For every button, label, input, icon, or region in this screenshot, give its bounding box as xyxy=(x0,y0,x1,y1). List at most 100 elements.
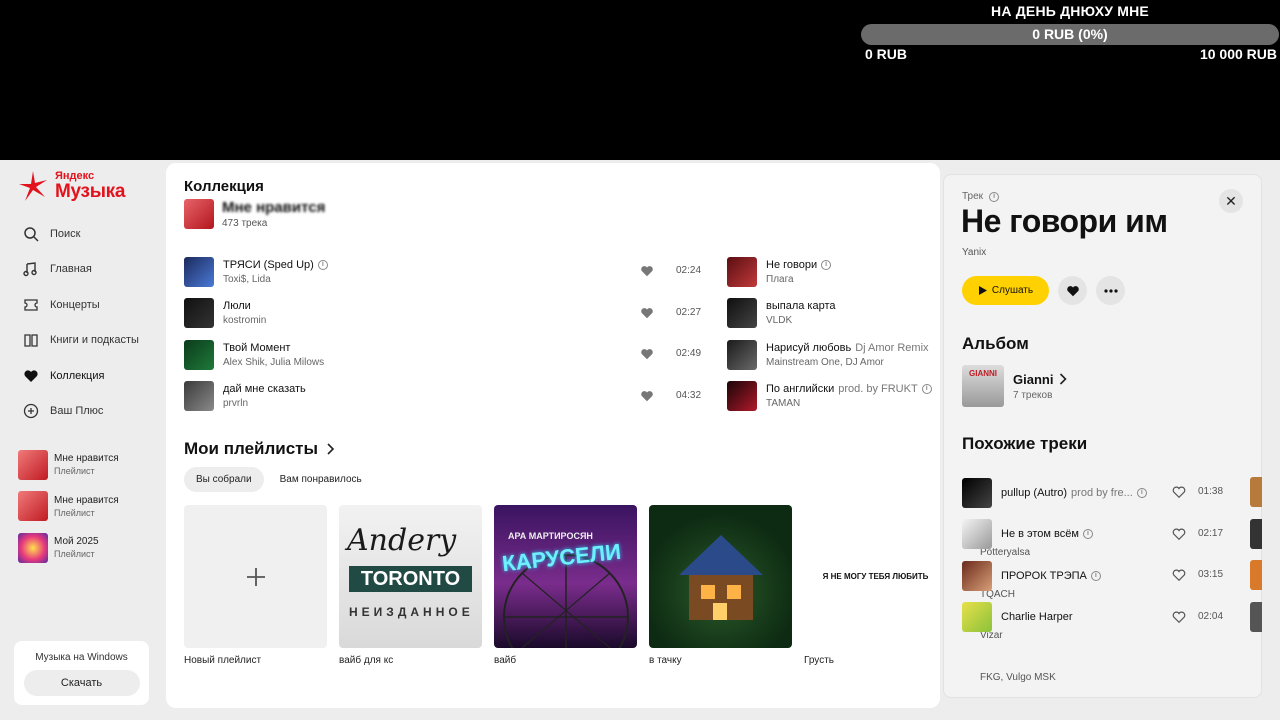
ferris-wheel-graphic xyxy=(503,554,629,648)
playlist-subtitle: Плейлист xyxy=(54,549,95,560)
track-duration: 02:17 xyxy=(1198,527,1224,539)
windows-promo-text: Музыка на Windows xyxy=(35,652,128,663)
track-title: Не говори им xyxy=(961,203,1168,239)
track-row[interactable]: Люли kostromin 02:27 xyxy=(184,293,704,335)
track-artist: VLDK xyxy=(766,315,793,327)
playlist-tile-label: вайб для кс xyxy=(339,655,394,666)
track-row[interactable]: ПРОРОК ТРЭПА i Vizar 03:15 xyxy=(962,555,1262,641)
play-button[interactable]: Слушать xyxy=(962,276,1049,305)
playlist-cover xyxy=(18,449,48,480)
sidebar-playlist-item[interactable]: Мне нравится Плейлист xyxy=(18,486,119,528)
track-cover xyxy=(184,298,214,329)
playlist-tile-new[interactable]: Новый плейлист xyxy=(184,505,327,666)
playlist-art: Andery TORONTO НЕИЗДАННОЕ xyxy=(339,505,482,648)
art-text: АРА МАРТИРОСЯН xyxy=(508,531,593,541)
heart-outline-icon[interactable] xyxy=(1172,610,1186,624)
liked-tracks-header[interactable]: Мне нравится 473 трека xyxy=(184,199,325,229)
donation-max: 10 000 RUB xyxy=(1199,46,1277,62)
track-name: выпала карта xyxy=(766,300,836,313)
track-name: Charlie Harper xyxy=(1001,611,1073,624)
nav-home[interactable]: Главная xyxy=(22,252,139,288)
info-icon[interactable]: i xyxy=(1136,487,1147,498)
track-subtitle: prod. by FRUKT xyxy=(838,383,918,396)
nav-label: Коллекция xyxy=(50,369,105,382)
donation-title: НА ДЕНЬ ДНЮХУ МНЕ xyxy=(991,3,1149,19)
my-playlists-title[interactable]: Мои плейлисты xyxy=(184,439,336,459)
track-cover xyxy=(962,560,992,591)
chip-liked[interactable]: Вам понравилось xyxy=(268,467,374,492)
track-duration: 02:27 xyxy=(676,306,702,318)
nav-label: Поиск xyxy=(50,227,81,240)
playlist-tile[interactable]: АРА МАРТИРОСЯН КАРУСЕЛИ вайб xyxy=(494,505,637,666)
nav-concerts[interactable]: Концерты xyxy=(22,287,139,323)
playlist-tile[interactable]: Andery TORONTO НЕИЗДАННОЕ вайб для кс xyxy=(339,505,482,666)
logo[interactable]: Яндекс Музыка xyxy=(17,170,125,202)
logo-big-text: Музыка xyxy=(55,181,126,202)
album-header: Альбом xyxy=(962,334,1029,353)
close-button[interactable]: ✕ xyxy=(1219,189,1243,213)
info-icon[interactable]: i xyxy=(317,259,328,270)
liked-cover xyxy=(184,199,214,229)
track-cover xyxy=(962,602,992,633)
nav-label: Книги и подкасты xyxy=(50,334,139,347)
more-button[interactable] xyxy=(1096,276,1125,305)
chip-collected[interactable]: Вы собрали xyxy=(184,467,264,492)
ticket-icon xyxy=(22,296,40,314)
playlist-tile[interactable]: Я НЕ МОГУ ТЕБЯ ЛЮБИТЬ Грусть xyxy=(804,505,940,666)
track-artist-link[interactable]: Yanix xyxy=(962,247,986,258)
sidebar-playlist-item[interactable]: Мне нравится Плейлист xyxy=(18,444,119,486)
info-icon[interactable]: i xyxy=(1090,570,1101,581)
track-name: Люли xyxy=(223,300,251,313)
nav-plus[interactable]: Ваш Плюс xyxy=(22,394,139,430)
nav-search[interactable]: Поиск xyxy=(22,216,139,252)
heart-icon[interactable] xyxy=(640,347,654,361)
page-title: Коллекция xyxy=(184,178,264,195)
track-row[interactable]: Твой Момент Alex Shik, Julia Milows 02:49 xyxy=(184,334,704,376)
track-artist: Плага xyxy=(766,273,794,285)
track-duration: 02:04 xyxy=(1198,610,1224,622)
track-row[interactable]: Не в этом всём i TQACH 02:17 xyxy=(962,514,1262,600)
heart-outline-icon[interactable] xyxy=(1172,568,1186,582)
track-duration: 02:24 xyxy=(676,265,702,276)
info-icon[interactable]: i xyxy=(1082,529,1093,540)
track-duration: 03:15 xyxy=(1198,569,1224,580)
download-button[interactable]: Скачать xyxy=(23,670,140,696)
track-row[interactable]: выпала карта VLDK xyxy=(727,293,937,335)
heart-icon[interactable] xyxy=(640,264,654,278)
track-artist: TAMAN xyxy=(766,398,801,410)
art-text: НЕИЗДАННОЕ xyxy=(349,605,474,619)
heart-icon[interactable] xyxy=(640,389,654,403)
info-icon[interactable]: i xyxy=(821,259,832,270)
collection-panel: Коллекция Мне нравится 473 трека ТРЯСИ (… xyxy=(166,163,940,708)
track-name: pullup (Autro) xyxy=(1001,486,1068,499)
track-row[interactable]: Charlie Harper FKG, Vulgo MSK 02:04 xyxy=(962,597,1262,683)
like-button[interactable] xyxy=(1058,276,1087,305)
nav-books-podcasts[interactable]: Книги и подкасты xyxy=(22,323,139,359)
track-row[interactable]: Не говори i Плага xyxy=(727,251,937,293)
playlist-subtitle: Плейлист xyxy=(54,507,95,518)
track-cover xyxy=(184,256,214,287)
music-app: Яндекс Музыка Поиск Главная Концерты Кни… xyxy=(0,160,1280,720)
heart-icon[interactable] xyxy=(640,306,654,320)
heart-outline-icon[interactable] xyxy=(1172,485,1186,499)
heart-outline-icon[interactable] xyxy=(1172,527,1186,541)
track-row[interactable]: Нарисуй любовь Dj Amor Remix Mainstream On… xyxy=(727,334,937,376)
art-text: Andery xyxy=(347,523,457,558)
playlist-tile-label: вайб xyxy=(494,655,517,666)
art-text: TORONTO xyxy=(349,566,472,592)
track-cover xyxy=(727,298,757,329)
track-row[interactable]: По английски prod. by FRUKT i TAMAN xyxy=(727,376,937,418)
nav-collection[interactable]: Коллекция xyxy=(22,358,139,394)
sidebar-playlist-item[interactable]: Мой 2025 Плейлист xyxy=(18,527,119,569)
track-name: Твой Момент xyxy=(223,341,291,354)
info-icon[interactable]: i xyxy=(989,191,1000,202)
track-row[interactable]: ТРЯСИ (Sped Up) i Toxi$, Lida 02:24 xyxy=(184,251,704,293)
playlist-tile[interactable]: в тачку xyxy=(649,505,792,666)
album-link[interactable]: GIANNI Gianni 7 треков xyxy=(962,365,1068,407)
track-row[interactable]: дай мне сказать prvrln 04:32 xyxy=(184,376,704,418)
info-icon[interactable]: i xyxy=(921,384,932,395)
donation-progress-label: 0 RUB (0%) xyxy=(1032,26,1108,42)
playlist-cover xyxy=(18,532,48,563)
heart-icon xyxy=(22,367,40,385)
track-row[interactable]: pullup (Autro) prod by fre... i Potteryalsa… xyxy=(962,472,1262,558)
